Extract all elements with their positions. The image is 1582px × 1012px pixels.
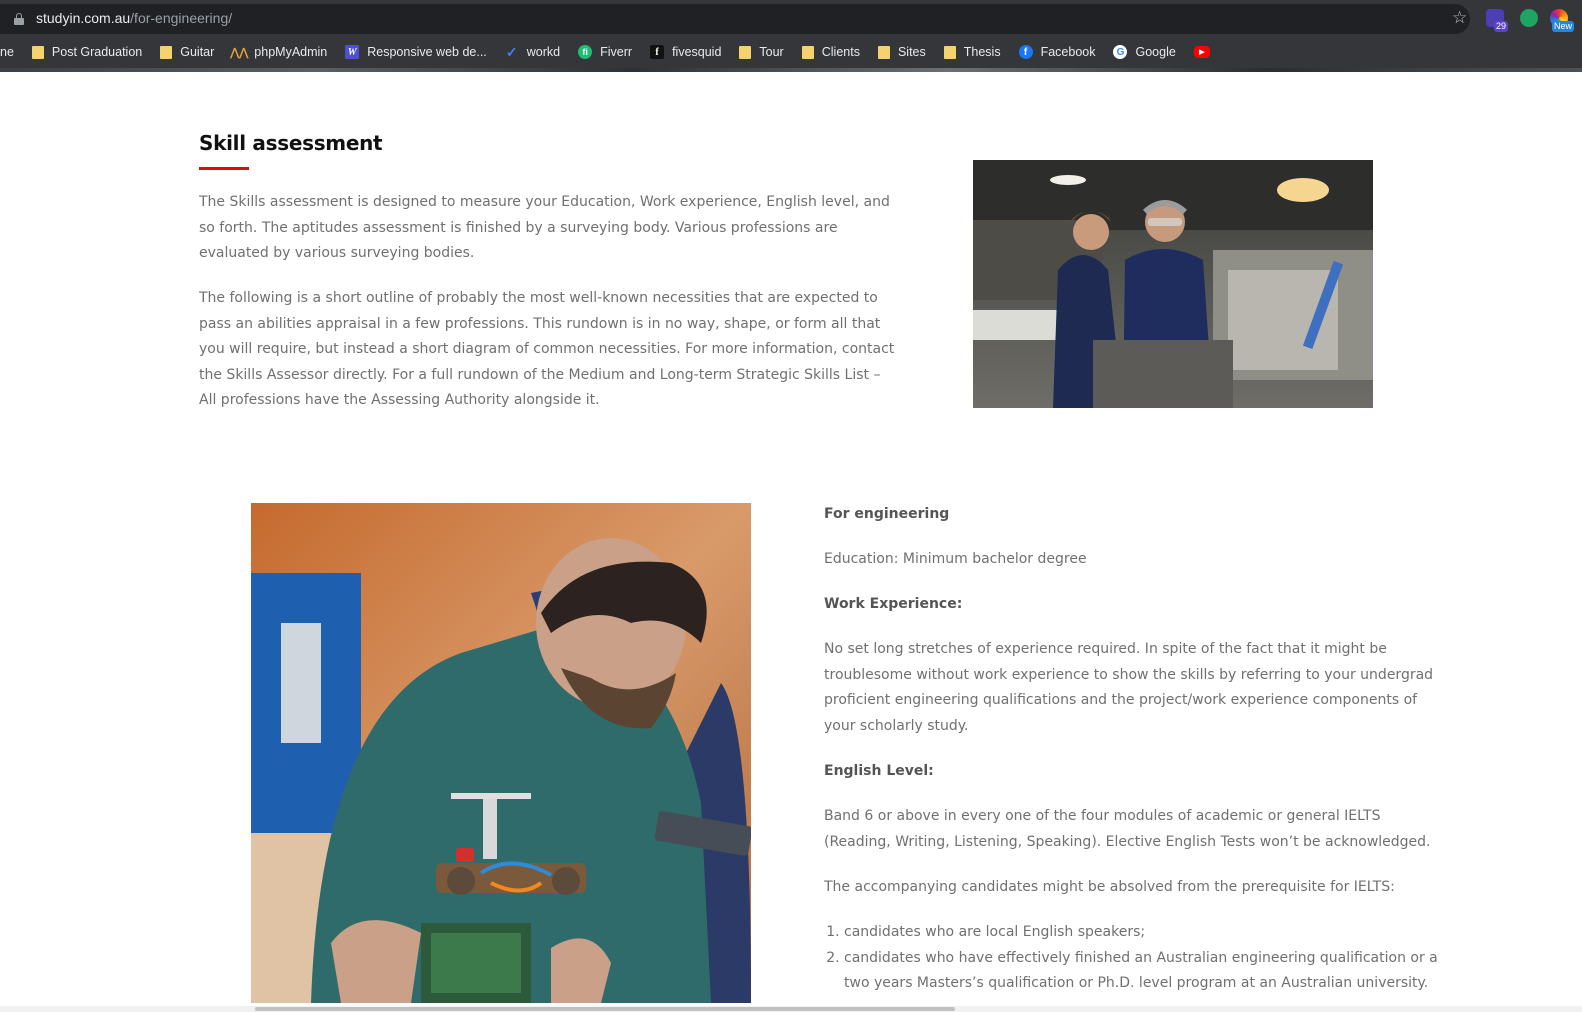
bookmark-label: workd bbox=[526, 45, 561, 59]
fiverr-icon: fi bbox=[578, 45, 593, 59]
google-icon: G bbox=[1113, 45, 1128, 59]
bookmark-item[interactable]: G Google bbox=[1104, 41, 1184, 63]
exemption-list: candidates who are local English speaker… bbox=[824, 920, 1439, 997]
bookmark-star-icon[interactable]: ☆ bbox=[1452, 8, 1467, 28]
education-text: Education: Minimum bachelor degree bbox=[824, 551, 1087, 568]
exemption-intro: The accompanying candidates might be abs… bbox=[824, 878, 1395, 895]
page-content: Skill assessment The Skills assessment i… bbox=[0, 72, 1582, 1012]
engineering-title: For engineering bbox=[824, 506, 950, 522]
facebook-icon: f bbox=[1018, 45, 1033, 59]
folder-icon bbox=[801, 45, 814, 59]
work-experience-label: Work Experience: bbox=[824, 596, 963, 613]
outline-paragraph: The following is a short outline of prob… bbox=[199, 290, 895, 409]
heading-underline bbox=[199, 167, 249, 170]
section-heading: Skill assessment bbox=[199, 131, 383, 155]
bookmark-item[interactable]: Sites bbox=[869, 41, 935, 63]
url-path: /for-engineering/ bbox=[130, 10, 233, 26]
bookmark-label: Clients bbox=[821, 45, 860, 59]
w-icon: W bbox=[345, 45, 360, 59]
work-experience-text: No set long stretches of experience requ… bbox=[824, 641, 1434, 735]
url-text[interactable]: studyin.com.au/for-engineering/ bbox=[36, 10, 232, 26]
bookmark-label: fivesquid bbox=[672, 45, 722, 59]
bookmark-item[interactable]: Post Graduation bbox=[23, 41, 151, 63]
extension-new-badge: New bbox=[1552, 21, 1575, 32]
folder-icon bbox=[739, 45, 752, 59]
engineer-illustration bbox=[251, 503, 751, 1003]
bookmark-label: Guitar bbox=[180, 45, 215, 59]
english-level-text: Band 6 or above in every one of the four… bbox=[824, 808, 1431, 850]
phpmyadmin-icon: ⋀⋀ bbox=[230, 46, 249, 59]
fivesquid-icon: f bbox=[650, 45, 665, 59]
bookmark-label: Facebook bbox=[1040, 45, 1096, 59]
list-item: candidates who have effectively finished… bbox=[844, 946, 1439, 997]
folder-icon bbox=[877, 45, 890, 59]
scrollbar-thumb[interactable] bbox=[255, 1007, 955, 1011]
engineer-photo bbox=[251, 503, 751, 1003]
bookmark-item[interactable]: fi Fiverr bbox=[569, 41, 641, 63]
bookmark-label: Google bbox=[1135, 45, 1176, 59]
workd-icon: ✓ bbox=[505, 43, 518, 60]
intro-paragraph: The Skills assessment is designed to mea… bbox=[199, 194, 890, 262]
bookmark-item[interactable]: Tour bbox=[730, 41, 792, 63]
workshop-illustration bbox=[973, 160, 1373, 408]
bookmark-item[interactable]: ▶ bbox=[1185, 41, 1227, 63]
bookmark-label: Responsive web de... bbox=[367, 45, 487, 59]
bookmark-item[interactable]: Thesis bbox=[935, 41, 1010, 63]
folder-icon bbox=[31, 45, 44, 59]
bookmark-label: Tour bbox=[759, 45, 784, 59]
browser-chrome: studyin.com.au/for-engineering/ ☆ 29 New… bbox=[0, 0, 1582, 72]
folder-icon bbox=[943, 45, 956, 59]
bookmark-label: ne bbox=[0, 45, 14, 59]
horizontal-scrollbar[interactable] bbox=[0, 1006, 1582, 1012]
bookmark-label: Post Graduation bbox=[51, 45, 143, 59]
bookmarks-bar: ne Post Graduation Guitar ⋀⋀ phpMyAdmin W… bbox=[0, 40, 1582, 64]
bookmark-item[interactable]: ne bbox=[0, 41, 23, 63]
bookmark-item[interactable]: f Facebook bbox=[1010, 41, 1105, 63]
bookmark-item[interactable]: W Responsive web de... bbox=[336, 41, 496, 63]
engineering-requirements: For engineering Education: Minimum bache… bbox=[824, 502, 1439, 997]
bookmark-item[interactable]: Guitar bbox=[151, 41, 223, 63]
bookmark-item[interactable]: ✓ workd bbox=[496, 41, 569, 63]
bookmark-item[interactable]: f fivesquid bbox=[641, 41, 730, 63]
url-host: studyin.com.au bbox=[36, 10, 131, 26]
bookmark-label: Fiverr bbox=[600, 45, 633, 59]
bookmark-label: Thesis bbox=[963, 45, 1001, 59]
bookmark-label: Sites bbox=[897, 45, 926, 59]
extension-badge: 29 bbox=[1494, 21, 1509, 32]
list-item: candidates who are local English speaker… bbox=[844, 920, 1439, 946]
bookmark-item[interactable]: Clients bbox=[793, 41, 869, 63]
folder-icon bbox=[160, 45, 173, 59]
bookmark-label: phpMyAdmin bbox=[254, 45, 328, 59]
youtube-icon: ▶ bbox=[1193, 46, 1210, 58]
bookmark-item[interactable]: ⋀⋀ phpMyAdmin bbox=[223, 41, 336, 63]
address-bar[interactable]: studyin.com.au/for-engineering/ ☆ bbox=[0, 4, 1470, 34]
workshop-photo bbox=[973, 160, 1373, 408]
lock-icon[interactable] bbox=[14, 13, 24, 25]
extension-sync-icon[interactable] bbox=[1520, 9, 1538, 27]
english-level-label: English Level: bbox=[824, 763, 934, 780]
